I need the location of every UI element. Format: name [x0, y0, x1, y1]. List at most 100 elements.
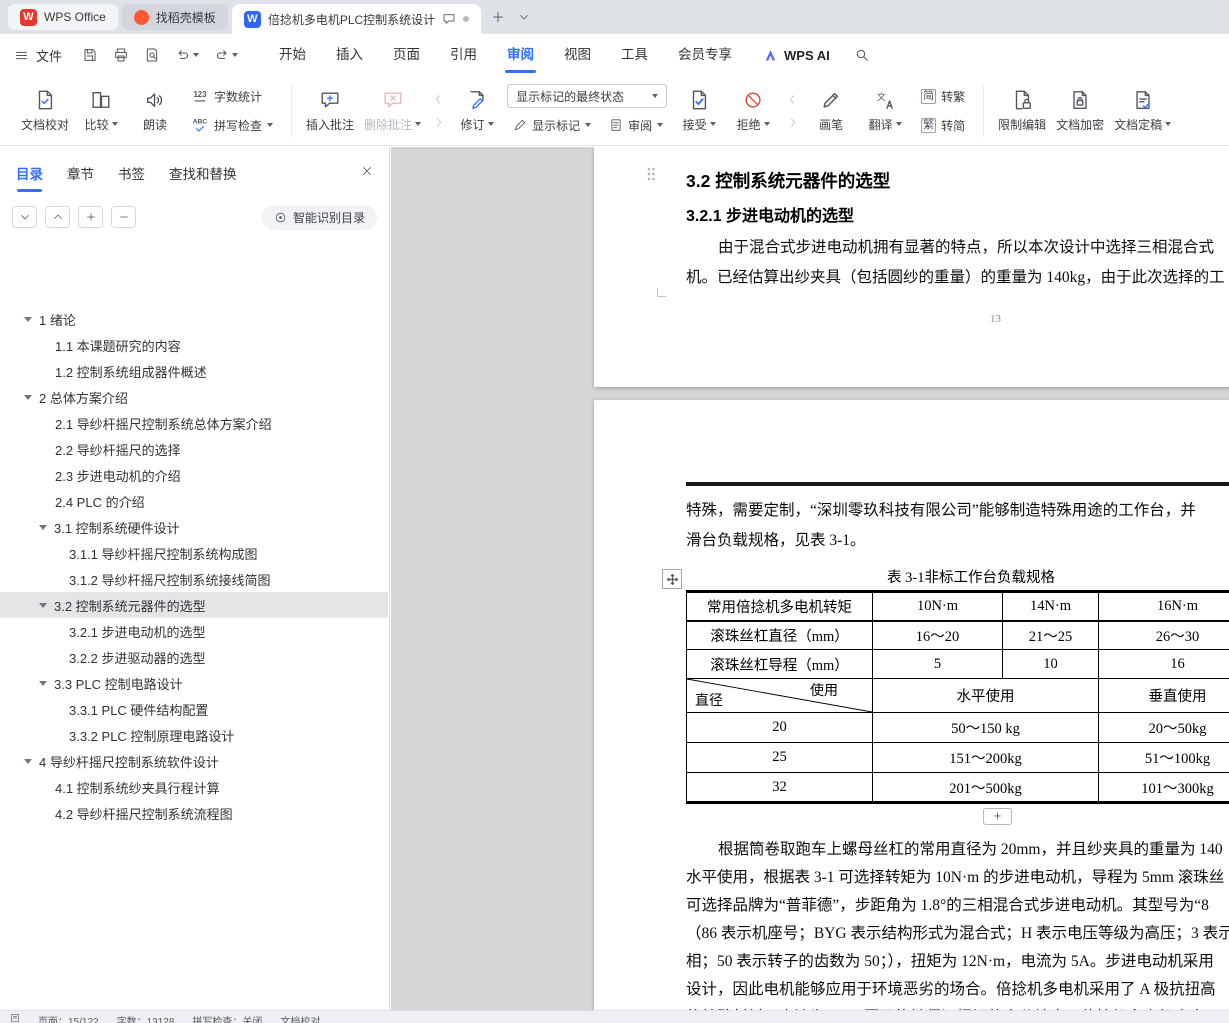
- doc-proof-button[interactable]: 文档校对: [16, 80, 74, 142]
- toc-item[interactable]: 2.3 步进电动机的介绍: [0, 462, 388, 488]
- table-cell[interactable]: 151～200kg: [872, 742, 1099, 773]
- toc-zoom-out-button[interactable]: [111, 206, 136, 228]
- undo-button[interactable]: [175, 47, 200, 63]
- table-cell[interactable]: 10: [1002, 649, 1099, 679]
- toc-item[interactable]: 3.2.2 步进驱动器的选型: [0, 644, 388, 670]
- read-aloud-button[interactable]: 朗读: [128, 80, 182, 142]
- toc-zoom-in-button[interactable]: [78, 206, 103, 228]
- expand-triangle-icon[interactable]: [24, 758, 32, 764]
- review-panel-button[interactable]: 审阅: [603, 113, 669, 137]
- table-cell[interactable]: 26～30: [1098, 620, 1229, 650]
- table-cell[interactable]: 垂直使用: [1098, 678, 1229, 713]
- toc-item[interactable]: 3.3.2 PLC 控制原理电路设计: [0, 722, 388, 748]
- undo-dropdown-icon[interactable]: [193, 53, 200, 57]
- status-spell-check[interactable]: 拼写检查：关闭: [192, 1013, 262, 1023]
- sidebar-tab-bookmark[interactable]: 书签: [118, 163, 145, 183]
- menu-tab-page[interactable]: 页面: [378, 34, 435, 76]
- sidebar-tab-toc[interactable]: 目录: [16, 163, 43, 192]
- track-changes-button[interactable]: 修订: [450, 80, 504, 142]
- finalize-button[interactable]: 文档定稿: [1109, 80, 1176, 142]
- to-simplified-button[interactable]: 繁 转简: [915, 113, 971, 137]
- menu-tab-start[interactable]: 开始: [264, 34, 321, 76]
- toc-item[interactable]: 4.2 导纱杆摇尺控制系统流程图: [0, 800, 388, 826]
- file-menu-button[interactable]: 文件: [14, 46, 62, 65]
- status-doc-proof[interactable]: 文档校对: [280, 1013, 320, 1023]
- menu-tab-tools[interactable]: 工具: [606, 34, 663, 76]
- table-cell[interactable]: 32: [686, 772, 873, 804]
- encrypt-button[interactable]: 文档加密: [1051, 80, 1109, 142]
- toc-item[interactable]: 2.1 导纱杆摇尺控制系统总体方案介绍: [0, 410, 388, 436]
- delete-comment-button[interactable]: 删除批注: [359, 80, 426, 142]
- previous-comment-button[interactable]: [429, 91, 447, 107]
- toc-item[interactable]: 1.1 本课题研究的内容: [0, 332, 388, 358]
- load-spec-table[interactable]: 常用倍捻机多电机转矩 10N·m 14N·m 16N·m 滚珠丝杠直径（mm） …: [686, 590, 1229, 804]
- expand-triangle-icon[interactable]: [39, 680, 47, 686]
- toc-item[interactable]: 2 总体方案介绍: [0, 384, 388, 410]
- status-page-indicator[interactable]: 页面：15/122: [38, 1013, 99, 1023]
- next-comment-button[interactable]: [429, 114, 447, 130]
- tab-document[interactable]: W 倍捻机多电机PLC控制系统设计: [231, 4, 482, 34]
- expand-triangle-icon[interactable]: [24, 316, 32, 322]
- word-count-button[interactable]: 123 字数统计: [185, 84, 279, 108]
- tab-list-dropdown[interactable]: [511, 4, 537, 30]
- toc-item[interactable]: 3.1.2 导纱杆摇尺控制系统接线简图: [0, 566, 388, 592]
- table-cell[interactable]: 5: [872, 649, 1003, 679]
- document-canvas[interactable]: 3.2 控制系统元器件的选型 3.2.1 步进电动机的选型 由于混合式步进电动机…: [391, 147, 1229, 1023]
- compare-button[interactable]: 比较: [74, 80, 128, 142]
- print-preview-button[interactable]: [144, 47, 160, 63]
- expand-triangle-icon[interactable]: [39, 524, 47, 530]
- menu-tab-reference[interactable]: 引用: [435, 34, 492, 76]
- sidebar-tab-section[interactable]: 章节: [67, 163, 94, 183]
- sidebar-tab-find-replace[interactable]: 查找和替换: [169, 163, 237, 183]
- previous-change-button[interactable]: [783, 91, 801, 107]
- sidebar-close-button[interactable]: [360, 164, 374, 178]
- toc-item[interactable]: 1 绪论: [0, 306, 388, 332]
- tab-docer[interactable]: 找稻壳模板: [121, 4, 228, 30]
- paragraph-drag-handle[interactable]: [644, 166, 658, 182]
- tab-wps-home[interactable]: W WPS Office: [8, 4, 118, 30]
- markup-state-select[interactable]: 显示标记的最终状态: [507, 84, 668, 108]
- toc-expand-button[interactable]: [45, 206, 70, 228]
- menu-tab-insert[interactable]: 插入: [321, 34, 378, 76]
- redo-button[interactable]: [214, 47, 239, 63]
- table-cell[interactable]: 10N·m: [872, 590, 1003, 622]
- table-diagonal-header-cell[interactable]: 使用 直径: [686, 678, 873, 713]
- insert-comment-button[interactable]: 插入批注: [301, 80, 359, 142]
- toc-item[interactable]: 3.1 控制系统硬件设计: [0, 514, 388, 540]
- redo-dropdown-icon[interactable]: [232, 53, 239, 57]
- table-cell[interactable]: 20: [686, 712, 873, 743]
- menu-tab-member[interactable]: 会员专享: [663, 34, 747, 76]
- comment-bubble-icon[interactable]: [442, 12, 456, 26]
- search-icon-button[interactable]: [854, 47, 870, 63]
- table-move-handle[interactable]: [662, 569, 682, 589]
- show-markup-button[interactable]: 显示标记: [507, 113, 597, 137]
- toc-item[interactable]: 1.2 控制系统组成器件概述: [0, 358, 388, 384]
- toc-item[interactable]: 2.4 PLC 的介绍: [0, 488, 388, 514]
- table-cell[interactable]: 51～100kg: [1098, 742, 1229, 773]
- document-page-13[interactable]: 3.2 控制系统元器件的选型 3.2.1 步进电动机的选型 由于混合式步进电动机…: [594, 147, 1229, 387]
- document-page-14[interactable]: 特殊，需要定制，“深圳零玖科技有限公司”能够制造特殊用途的工作台，并 滑台负载规…: [594, 400, 1229, 1023]
- toc-item[interactable]: 4 导纱杆摇尺控制系统软件设计: [0, 748, 388, 774]
- table-cell[interactable]: 水平使用: [872, 678, 1099, 713]
- new-tab-button[interactable]: [485, 4, 511, 30]
- wps-ai-button[interactable]: WPS AI: [763, 48, 830, 63]
- smart-toc-button[interactable]: 智能识别目录: [261, 204, 377, 230]
- pen-button[interactable]: 画笔: [804, 80, 858, 142]
- table-cell[interactable]: 14N·m: [1002, 590, 1099, 622]
- toc-item[interactable]: 2.2 导纱杆摇尺的选择: [0, 436, 388, 462]
- toc-item[interactable]: 4.1 控制系统纱夹具行程计算: [0, 774, 388, 800]
- table-cell[interactable]: 滚珠丝杠直径（mm）: [686, 620, 873, 650]
- save-button[interactable]: [82, 47, 98, 63]
- table-cell[interactable]: 滚珠丝杠导程（mm）: [686, 649, 873, 679]
- table-cell[interactable]: 21～25: [1002, 620, 1099, 650]
- table-cell[interactable]: 201～500kg: [872, 772, 1099, 804]
- table-cell[interactable]: 16N·m: [1098, 590, 1229, 622]
- to-traditional-button[interactable]: 简 转繁: [915, 84, 971, 108]
- toc-item[interactable]: 3.2.1 步进电动机的选型: [0, 618, 388, 644]
- reject-button[interactable]: 拒绝: [726, 80, 780, 142]
- toc-collapse-button[interactable]: [12, 206, 37, 228]
- spell-check-button[interactable]: ABC 拼写检查: [185, 113, 279, 137]
- table-cell[interactable]: 25: [686, 742, 873, 773]
- next-change-button[interactable]: [783, 114, 801, 130]
- print-button[interactable]: [113, 47, 129, 63]
